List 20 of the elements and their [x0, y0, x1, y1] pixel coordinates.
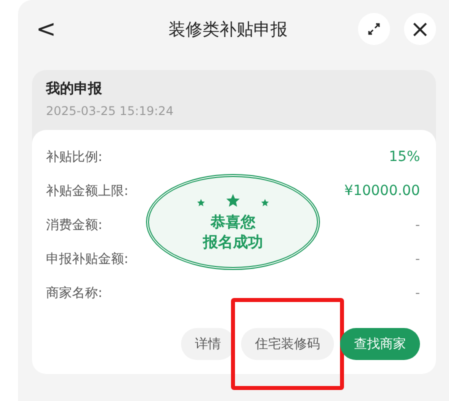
expand-icon	[367, 22, 381, 36]
close-button[interactable]: ×	[404, 13, 436, 45]
field-value: -	[415, 218, 420, 232]
action-button[interactable]: 住宅装修码	[241, 328, 334, 360]
success-stamp: 恭喜您 报名成功	[146, 174, 320, 270]
field-label: 消费金额:	[46, 217, 102, 234]
field-label: 补贴金额上限:	[46, 183, 128, 200]
field-value: 15%	[388, 149, 420, 165]
field-label: 商家名称:	[46, 285, 102, 302]
field-label: 申报补贴金额:	[46, 251, 128, 268]
back-button[interactable]: <	[32, 17, 76, 41]
timestamp: 2025-03-25 15:19:24	[46, 104, 174, 118]
field-value: -	[415, 252, 420, 266]
field-label: 补贴比例:	[46, 149, 102, 166]
action-button[interactable]: 查找商家	[340, 328, 420, 360]
expand-button[interactable]	[358, 13, 390, 45]
field-value: ¥10000.00	[344, 183, 420, 199]
page-title: 装修类补贴申报	[168, 18, 288, 40]
card-title: 我的申报	[46, 80, 103, 98]
field-value: -	[415, 286, 420, 300]
